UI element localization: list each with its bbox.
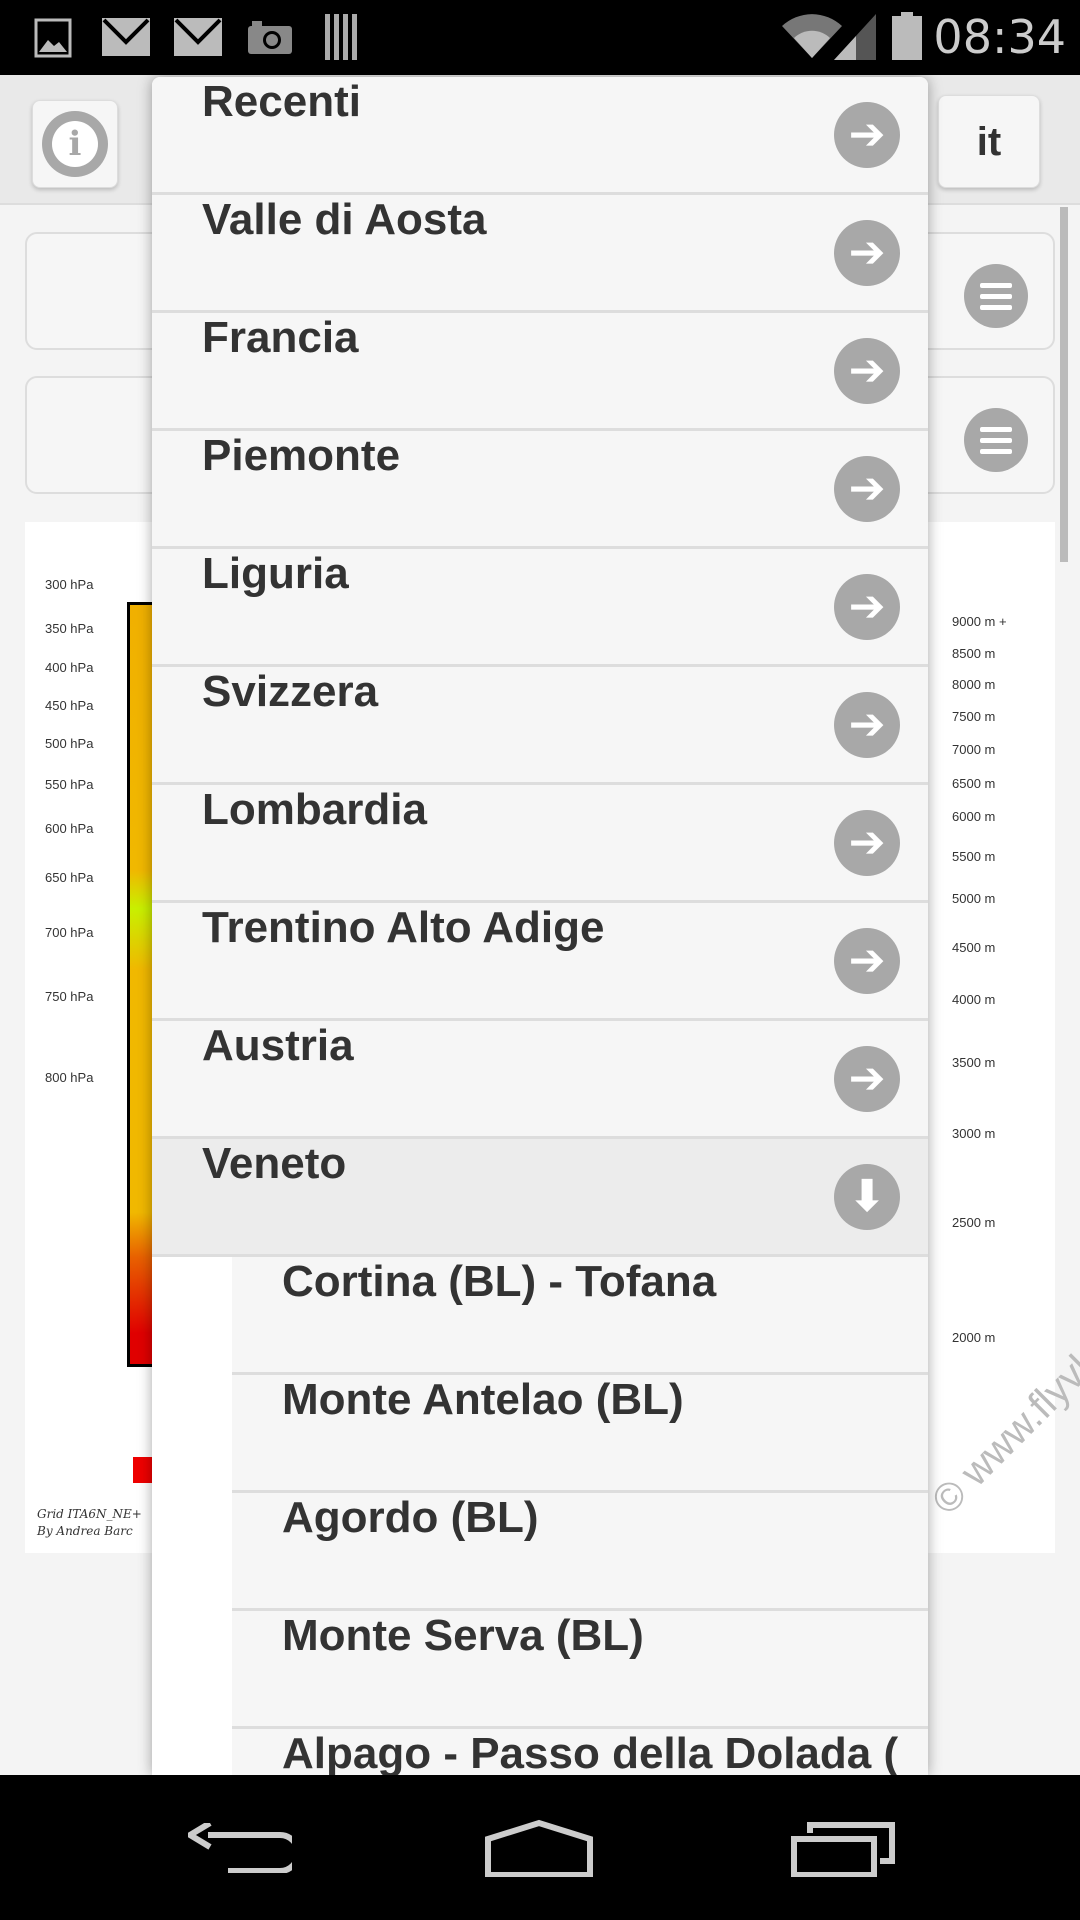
recent-apps-icon[interactable] xyxy=(790,1821,896,1877)
menu-item-veneto[interactable]: Veneto ⬇ xyxy=(152,1139,928,1257)
menu-item-liguria[interactable]: Liguria ➔ xyxy=(152,549,928,667)
info-icon: i xyxy=(42,111,108,177)
page-scrollbar[interactable] xyxy=(1060,207,1068,562)
altitude-axis-label: 9000 m + xyxy=(952,614,1007,629)
pressure-axis-label: 800 hPa xyxy=(45,1070,94,1085)
language-button[interactable]: it xyxy=(938,95,1040,188)
submenu-item[interactable]: Alpago - Passo della Dolada ( xyxy=(232,1729,928,1775)
altitude-axis-label: 4000 m xyxy=(952,992,996,1007)
menu-item-lombardia[interactable]: Lombardia ➔ xyxy=(152,785,928,903)
camera-icon xyxy=(248,21,292,54)
barcode-icon xyxy=(325,14,357,60)
pressure-axis-label: 450 hPa xyxy=(45,698,94,713)
pressure-axis-label: 500 hPa xyxy=(45,736,94,751)
navigation-bar xyxy=(0,1775,1080,1920)
menu-item-label: Piemonte xyxy=(202,431,401,480)
menu-item-francia[interactable]: Francia ➔ xyxy=(152,313,928,431)
pressure-axis-label: 600 hPa xyxy=(45,821,94,836)
menu-item-label: Liguria xyxy=(202,549,349,598)
arrow-right-icon[interactable]: ➔ xyxy=(834,692,900,758)
pressure-axis-label: 550 hPa xyxy=(45,777,94,792)
menu-item-label: Svizzera xyxy=(202,667,379,716)
pressure-axis-label: 650 hPa xyxy=(45,870,94,885)
submenu-item-label: Cortina (BL) - Tofana xyxy=(282,1257,717,1306)
altitude-axis-label: 2000 m xyxy=(952,1330,996,1346)
pressure-axis-label: 700 hPa xyxy=(45,925,94,940)
arrow-right-icon[interactable]: ➔ xyxy=(834,456,900,522)
arrow-right-icon[interactable]: ➔ xyxy=(834,338,900,404)
altitude-axis-label: 8000 m xyxy=(952,677,996,692)
info-button[interactable]: i xyxy=(32,100,118,188)
altitude-axis-label: 8500 m xyxy=(952,645,996,661)
arrow-right-icon[interactable]: ➔ xyxy=(834,928,900,994)
altitude-axis-label: 5000 m xyxy=(952,891,996,907)
pressure-axis-label: 350 hPa xyxy=(45,621,94,636)
arrow-right-icon[interactable]: ➔ xyxy=(834,1046,900,1112)
submenu-item-label: Monte Antelao (BL) xyxy=(282,1375,684,1424)
back-icon[interactable] xyxy=(188,1823,292,1873)
menu-item-label: Lombardia xyxy=(202,785,427,834)
mail-icon xyxy=(174,18,222,56)
submenu-item[interactable]: Agordo (BL) xyxy=(232,1493,928,1611)
chart-footer: Grid ITA6N_NE+ xyxy=(37,1507,142,1521)
home-icon[interactable] xyxy=(484,1819,594,1877)
menu-item-trentino-alto-adige[interactable]: Trentino Alto Adige ➔ xyxy=(152,903,928,1021)
wifi-icon xyxy=(782,14,842,58)
arrow-right-icon[interactable]: ➔ xyxy=(834,574,900,640)
location-dropdown-menu: Recenti ➔ Valle di Aosta ➔ Francia ➔ Piemonte ➔… xyxy=(152,77,928,1775)
chart-footer: By Andrea Barc xyxy=(37,1524,133,1538)
menu-item-svizzera[interactable]: Svizzera ➔ xyxy=(152,667,928,785)
altitude-axis-label: 3000 m xyxy=(952,1126,996,1142)
altitude-axis-label: 4500 m xyxy=(952,939,996,955)
menu-item-label: Francia xyxy=(202,313,359,362)
pressure-axis-label: 750 hPa xyxy=(45,989,94,1004)
watermark: © www.flyvl.it xyxy=(923,1325,1080,1524)
altitude-axis-label: 2500 m xyxy=(952,1214,996,1230)
clock: 08:34 xyxy=(933,10,1066,64)
submenu-item[interactable]: Monte Antelao (BL) xyxy=(232,1375,928,1493)
pressure-axis-label: 400 hPa xyxy=(45,660,94,675)
altitude-axis-label: 7500 m xyxy=(952,708,996,724)
menu-item-piemonte[interactable]: Piemonte ➔ xyxy=(152,431,928,549)
arrow-down-icon[interactable]: ⬇ xyxy=(834,1164,900,1230)
submenu-item-label: Monte Serva (BL) xyxy=(282,1611,644,1660)
menu-item-label: Veneto xyxy=(202,1139,347,1188)
altitude-axis-label: 6500 m xyxy=(952,775,996,791)
menu-item-recenti[interactable]: Recenti ➔ xyxy=(152,77,928,195)
altitude-axis-label: 3500 m xyxy=(952,1055,996,1070)
image-icon xyxy=(34,18,72,58)
altitude-axis-label: 7000 m xyxy=(952,742,996,758)
status-bar: 08:34 xyxy=(0,0,1080,75)
hamburger-menu-icon[interactable] xyxy=(964,264,1028,328)
arrow-right-icon[interactable]: ➔ xyxy=(834,220,900,286)
menu-item-label: Recenti xyxy=(202,77,361,126)
signal-icon xyxy=(834,14,876,60)
menu-item-label: Austria xyxy=(202,1021,354,1070)
menu-item-austria[interactable]: Austria ➔ xyxy=(152,1021,928,1139)
battery-icon xyxy=(892,12,922,60)
submenu-item[interactable]: Monte Serva (BL) xyxy=(232,1611,928,1729)
arrow-right-icon[interactable]: ➔ xyxy=(834,102,900,168)
menu-item-valle-di-aosta[interactable]: Valle di Aosta ➔ xyxy=(152,195,928,313)
submenu-item[interactable]: Cortina (BL) - Tofana xyxy=(232,1257,928,1375)
menu-item-label: Valle di Aosta xyxy=(202,195,487,244)
altitude-axis-label: 5500 m xyxy=(952,849,996,865)
altitude-axis-label: 6000 m xyxy=(952,809,996,825)
menu-item-label: Trentino Alto Adige xyxy=(202,903,605,952)
pressure-axis-label: 300 hPa xyxy=(45,577,94,592)
submenu-item-label: Agordo (BL) xyxy=(282,1493,539,1542)
mail-icon xyxy=(102,18,150,56)
hamburger-menu-icon[interactable] xyxy=(964,408,1028,472)
submenu-item-label: Alpago - Passo della Dolada ( xyxy=(282,1729,899,1775)
arrow-right-icon[interactable]: ➔ xyxy=(834,810,900,876)
